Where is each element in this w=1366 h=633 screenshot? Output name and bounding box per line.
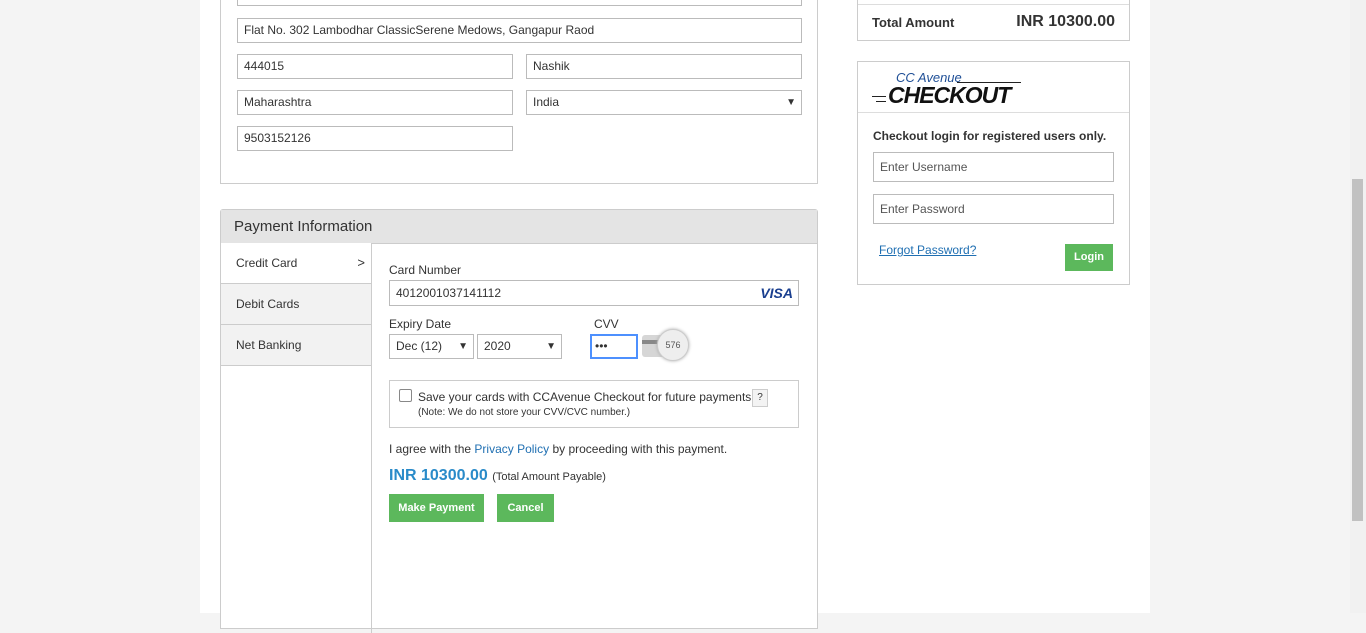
tab-credit-card[interactable]: Credit Card > <box>221 243 371 284</box>
agree-text: I agree with the Privacy Policy by proce… <box>389 442 727 456</box>
expiry-month-select[interactable]: Dec (12) ▼ <box>389 334 474 359</box>
expiry-year-value: 2020 <box>484 339 511 353</box>
expiry-date-label: Expiry Date <box>389 317 452 331</box>
visa-logo-icon: VISA <box>760 285 793 301</box>
payment-tabs: Credit Card > Debit Cards Net Banking <box>221 243 372 633</box>
forgot-password-link[interactable]: Forgot Password? <box>879 243 976 257</box>
dropdown-arrow-icon: ▼ <box>458 341 468 352</box>
dropdown-arrow-icon: ▼ <box>546 341 556 352</box>
cvv-field[interactable]: ••• <box>590 334 638 359</box>
payable-amount: INR 10300.00 <box>389 467 488 484</box>
privacy-policy-link[interactable]: Privacy Policy <box>474 442 549 456</box>
expiry-year-select[interactable]: 2020 ▼ <box>477 334 562 359</box>
payment-panel: Payment Information Credit Card > Debit … <box>220 209 818 633</box>
total-amount-value: INR 10300.00 <box>1016 13 1115 30</box>
chevron-right-icon: > <box>357 255 365 270</box>
password-input[interactable]: Enter Password <box>873 194 1114 224</box>
street-address-field[interactable]: Flat No. 302 Lambodhar ClassicSerene Med… <box>237 18 802 43</box>
pincode-field[interactable]: 444015 <box>237 54 513 79</box>
amount-line: INR 10300.00 (Total Amount Payable) <box>389 467 606 485</box>
save-card-panel: Save your cards with CCAvenue Checkout f… <box>389 380 799 428</box>
card-number-value: 4012001037141112 <box>396 286 501 300</box>
tab-net-banking[interactable]: Net Banking <box>221 325 371 366</box>
cvv-hint-bubble: 576 <box>657 329 689 361</box>
logo-bottom: CHECKOUT <box>888 82 1011 108</box>
order-summary: Total Amount INR 10300.00 <box>857 0 1130 41</box>
help-button[interactable]: ? <box>752 389 768 407</box>
address-top-field[interactable] <box>237 0 802 6</box>
agree-suffix: by proceeding with this payment. <box>552 442 728 456</box>
address-form: Flat No. 302 Lambodhar ClassicSerene Med… <box>220 0 818 184</box>
page-content: Flat No. 302 Lambodhar ClassicSerene Med… <box>200 0 1150 633</box>
payable-amount-note: (Total Amount Payable) <box>492 471 606 483</box>
scrollbar-thumb[interactable] <box>1352 179 1363 521</box>
card-number-field[interactable]: 4012001037141112 VISA <box>389 280 799 306</box>
make-payment-button[interactable]: Make Payment <box>389 494 484 522</box>
city-field[interactable]: Nashik <box>526 54 802 79</box>
ccavenue-checkout-logo: CC Avenue CHECKOUT <box>872 70 1032 110</box>
state-field[interactable]: Maharashtra <box>237 90 513 115</box>
username-input[interactable]: Enter Username <box>873 152 1114 182</box>
country-value: India <box>533 95 560 109</box>
save-card-label: Save your cards with CCAvenue Checkout f… <box>418 390 752 404</box>
page-scrollbar[interactable] <box>1350 0 1366 613</box>
save-card-note: (Note: We do not store your CVV/CVC numb… <box>418 407 631 418</box>
phone-field[interactable]: 9503152126 <box>237 126 513 151</box>
agree-prefix: I agree with the <box>389 442 472 456</box>
cancel-button[interactable]: Cancel <box>497 494 554 522</box>
tab-debit-cards[interactable]: Debit Cards <box>221 284 371 325</box>
card-number-label: Card Number <box>389 263 462 277</box>
payment-header: Payment Information <box>221 210 817 244</box>
country-select[interactable]: India ▼ <box>526 90 802 115</box>
expiry-month-value: Dec (12) <box>396 339 443 353</box>
login-button[interactable]: Login <box>1065 244 1113 271</box>
cvv-label: CVV <box>594 317 619 331</box>
checkout-login-panel: CC Avenue CHECKOUT Checkout login for re… <box>857 61 1130 285</box>
tab-credit-card-label: Credit Card <box>236 256 298 270</box>
save-card-checkbox[interactable] <box>399 389 412 402</box>
checkout-heading: Checkout login for registered users only… <box>873 129 1107 143</box>
total-amount-label: Total Amount <box>872 15 955 30</box>
dropdown-arrow-icon: ▼ <box>786 97 796 108</box>
